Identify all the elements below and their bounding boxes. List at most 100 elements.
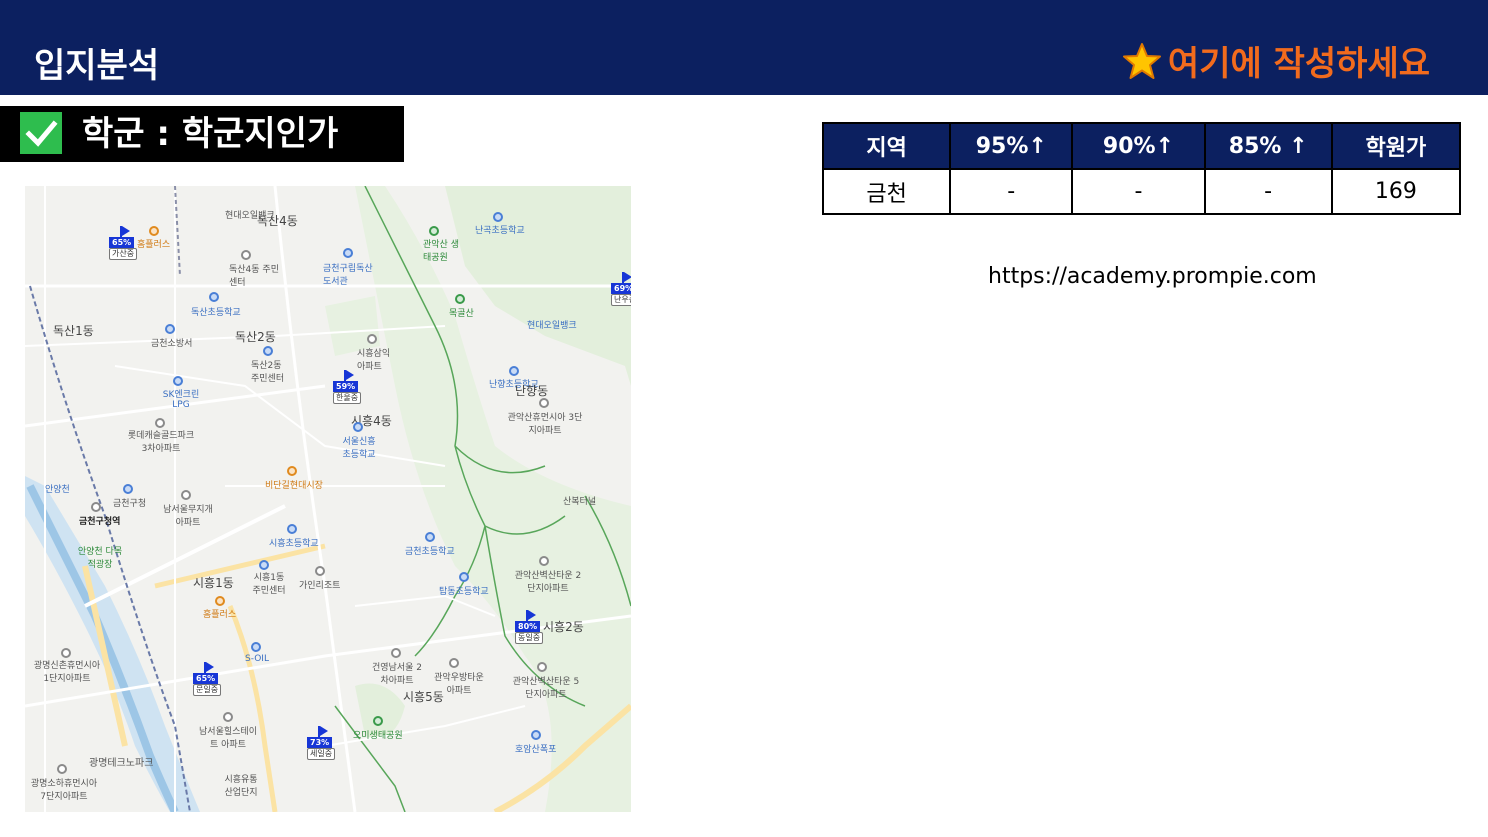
library-icon: [343, 248, 353, 258]
school-flag-icon: 65% 문일중: [193, 662, 233, 696]
apartment-icon: [391, 648, 401, 658]
school-flag-icon: 80% 동일중: [515, 610, 555, 644]
school-name: 세일중: [307, 748, 336, 760]
school-icon: [425, 532, 435, 542]
map-label: 금천구청: [113, 499, 147, 509]
store-icon: [149, 226, 159, 236]
star-icon: [1122, 42, 1161, 79]
park-icon: [429, 226, 439, 236]
school-icon: [459, 572, 469, 582]
map-label: 비단길현대시장: [265, 481, 323, 491]
map-label: 시흥유통 산업단지: [224, 775, 258, 798]
map-label: 호암산폭포: [515, 745, 557, 755]
school-score: 65%: [109, 237, 135, 248]
map-label: 현대오일뱅크: [527, 321, 577, 331]
school-name: 한울중: [333, 392, 362, 404]
column-header: 90%↑: [1071, 122, 1206, 170]
map-label: 시흥삼익 아파트: [357, 349, 391, 372]
map-label: 광명소하휴먼시아 7단지아파트: [30, 779, 98, 802]
office-icon: [123, 484, 133, 494]
map-label: 독산2동 주민센터: [251, 361, 285, 384]
table-row: 금천 - - - 169: [821, 168, 1462, 215]
map-label: 관악산벽산타운 5단지아파트: [512, 677, 580, 700]
map-label: 시흥1동 주민센터: [252, 573, 286, 596]
school-score: 69%: [611, 283, 631, 294]
gas-station-icon: [173, 376, 183, 386]
table-header-row: 지역 95%↑ 90%↑ 85% ↑ 학원가: [821, 122, 1462, 170]
market-icon: [287, 466, 297, 476]
map-label: 건영남서울 2차아파트: [372, 663, 422, 686]
office-icon: [241, 250, 251, 260]
school-icon: [353, 422, 363, 432]
office-icon: [259, 560, 269, 570]
school-icon: [287, 524, 297, 534]
map-label: 가인리조트: [299, 581, 341, 591]
table-cell: -: [1071, 168, 1206, 215]
map-label: 금천소방서: [151, 339, 193, 349]
school-score: 73%: [307, 737, 333, 748]
school-district-map: 현대오일뱅크 독산4동 홈플러스 독산4동 주민센터 금천구립독산 도서관 관악…: [25, 186, 631, 812]
column-header: 학원가: [1330, 122, 1462, 170]
map-label: 관악산벽산타운 2단지아파트: [514, 571, 582, 594]
apartment-icon: [539, 556, 549, 566]
notice-text: 여기에 작성하세요: [1167, 44, 1430, 84]
section-heading: 학군 : 학군지인가: [0, 106, 404, 162]
apartment-icon: [367, 334, 377, 344]
notice: 여기에 작성하세요: [1122, 36, 1430, 85]
subway-icon: [91, 502, 101, 512]
column-header: 지역: [821, 122, 952, 170]
map-label: 독산4동 주민센터: [229, 265, 279, 288]
waterfall-icon: [531, 730, 541, 740]
school-name: 동일중: [515, 632, 544, 644]
apartment-icon: [61, 648, 71, 658]
map-label: 서울신흥 초등학교: [342, 437, 376, 460]
map-label: 안양천: [45, 485, 70, 495]
school-score: 65%: [193, 673, 219, 684]
map-label: 홈플러스: [203, 610, 237, 620]
apartment-icon: [537, 662, 547, 672]
gas-station-icon: [251, 642, 261, 652]
page-title: 입지분석: [34, 46, 160, 86]
school-score: 80%: [515, 621, 541, 632]
office-icon: [263, 346, 273, 356]
map-area-label: 독산2동: [235, 330, 276, 344]
map-label: SK엔크린 LPG: [162, 390, 200, 410]
map-area-label: 시흥5동: [403, 690, 444, 704]
apartment-icon: [155, 418, 165, 428]
column-header: 85% ↑: [1203, 122, 1333, 170]
map-label: 오미생태공원: [353, 731, 403, 741]
school-flag-icon: 73% 세일중: [307, 726, 347, 760]
school-icon: [209, 292, 219, 302]
map-area-label: 난향동: [515, 384, 549, 398]
map-area-label: 독산4동: [257, 214, 298, 228]
apartment-icon: [181, 490, 191, 500]
header-bar: 입지분석 여기에 작성하세요: [0, 0, 1488, 95]
table-cell: 금천: [821, 168, 952, 215]
map-label: 광명신촌휴먼시아 1단지아파트: [33, 661, 101, 684]
map-label: 관악산 생태공원: [423, 240, 459, 263]
map-label: 목골산: [449, 309, 474, 319]
map-label: 남서울힐스테이트 아파트: [199, 727, 257, 750]
school-flag-icon: 59% 한울중: [333, 370, 373, 404]
map-label: 난곡초등학교: [475, 226, 525, 236]
school-icon: [493, 212, 503, 222]
school-flag-icon: 65% 가산중: [109, 226, 149, 260]
check-icon: [20, 112, 62, 154]
map-label: 산복터널: [563, 497, 597, 507]
apartment-icon: [539, 398, 549, 408]
map-label: 금천구청역: [79, 517, 121, 527]
table-cell: -: [949, 168, 1074, 215]
map-label: 롯데캐슬골드파크 3차아파트: [127, 431, 195, 454]
source-url: https://academy.prompie.com: [988, 264, 1317, 289]
map-label: 금천초등학교: [405, 547, 455, 557]
school-name: 가산중: [109, 248, 138, 260]
map-label: 독산초등학교: [191, 308, 241, 318]
table-cell: 169: [1330, 168, 1462, 215]
school-score: 59%: [333, 381, 359, 392]
section-title: 학군 : 학군지인가: [82, 114, 339, 154]
column-header: 95%↑: [949, 122, 1074, 170]
map-label: 금천구립독산 도서관: [323, 264, 373, 287]
map-label: 안양천 다목적광장: [77, 547, 123, 570]
map-label: 남서울무지개 아파트: [163, 505, 213, 528]
park-icon: [373, 716, 383, 726]
